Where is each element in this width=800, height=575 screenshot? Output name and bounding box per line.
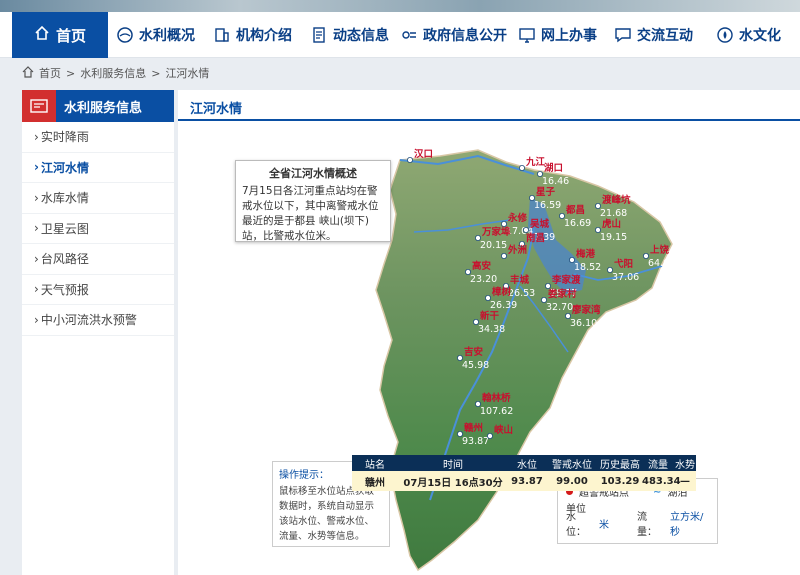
station-name-label: 汉口 xyxy=(414,148,433,160)
station-name-label: 吉安 xyxy=(464,346,484,358)
nav-item-online-service[interactable]: 网上办事 xyxy=(518,12,597,58)
nav-item-interaction[interactable]: 交流互动 xyxy=(614,12,693,58)
station-name-label: 万家埠 xyxy=(481,226,511,238)
station-value-label: 20.15 xyxy=(480,240,507,251)
sidebar-item-reservoir[interactable]: › 水库水情 xyxy=(22,183,174,214)
document-icon xyxy=(310,26,328,44)
station-name-label: 虎山 xyxy=(602,218,621,230)
station-name-label: 湖口 xyxy=(544,162,563,174)
nav-item-overview[interactable]: 水利概况 xyxy=(116,12,195,58)
station-value-label: 64.06 xyxy=(648,258,675,269)
station-value-label: 45.98 xyxy=(462,360,489,371)
sidebar-item-satellite[interactable]: › 卫星云图 xyxy=(22,214,174,244)
report-icon xyxy=(22,90,56,122)
station-value-label: 26.39 xyxy=(490,300,517,311)
breadcrumb-service[interactable]: 水利服务信息 xyxy=(80,65,146,81)
station-name-label: 李家渡 xyxy=(551,274,581,286)
sidebar: 水利服务信息 › 实时降雨 › 江河水情 › 水库水情 › 卫星云图 › 台风路径 › 天气… xyxy=(22,90,174,575)
station-popup-table: 站名 时间 水位 警戒水位 历史最高 流量 水势 赣州 07月15日 16点30… xyxy=(352,455,696,491)
station-dot[interactable] xyxy=(406,157,413,164)
nav-home[interactable]: 首页 xyxy=(12,12,108,58)
station-dot[interactable] xyxy=(486,432,493,439)
station-name-label: 梅港 xyxy=(576,248,596,260)
sidebar-title: 水利服务信息 xyxy=(22,90,174,122)
sidebar-item-weather[interactable]: › 天气预报 xyxy=(22,275,174,305)
station-name-label: 吴城 xyxy=(530,218,550,230)
sidebar-item-rainfall[interactable]: › 实时降雨 xyxy=(22,122,174,153)
station-name-label: 丰城 xyxy=(510,274,530,286)
station-name-label: 翰林桥 xyxy=(482,392,511,404)
water-drop-icon xyxy=(116,26,134,44)
station-value-label: 107.62 xyxy=(480,406,513,417)
breadcrumb-current: 江河水情 xyxy=(165,67,210,80)
station-value-label: 32.70 xyxy=(546,302,573,313)
station-dot[interactable] xyxy=(500,252,507,259)
station-name-label: 外洲 xyxy=(507,244,527,256)
station-name-label: 星子 xyxy=(536,187,556,198)
station-value-label: 21.68 xyxy=(600,208,627,219)
breadcrumb-home[interactable]: 首页 xyxy=(39,65,61,81)
home-icon xyxy=(22,65,34,81)
station-name-label: 南昌 xyxy=(526,232,545,244)
header-banner xyxy=(0,0,800,12)
droplet-icon xyxy=(716,26,734,44)
station-value-label: 16.59 xyxy=(534,200,561,211)
station-value-label: 19.15 xyxy=(600,232,627,243)
sidebar-item-typhoon[interactable]: › 台风路径 xyxy=(22,244,174,275)
station-name-label: 弋阳 xyxy=(614,258,633,270)
home-icon xyxy=(34,25,50,45)
table-row[interactable]: 赣州 07月15日 16点30分 93.87 99.00 103.29 483.… xyxy=(352,471,696,491)
station-name-label: 樟树 xyxy=(491,286,512,298)
station-value-label: 16.46 xyxy=(542,176,569,187)
nav-item-organization[interactable]: 机构介绍 xyxy=(213,12,292,58)
station-value-label: 36.10 xyxy=(570,318,597,329)
station-name-label: 上饶 xyxy=(650,244,670,256)
tips-text: 鼠标移至水位站点获取数据时，系统自动显示该站水位、警戒水位、流量、水势等信息。 xyxy=(279,486,375,542)
station-value-label: 23.20 xyxy=(470,274,497,285)
station-name-label: 渡峰坑 xyxy=(602,194,631,206)
main-nav: 首页 水利概况 机构介绍 动态信息 政府信息公开 网上办事 交流互动 水文化 xyxy=(0,12,800,58)
chat-icon xyxy=(614,26,632,44)
summary-title: 全省江河水情概述 xyxy=(269,167,357,180)
station-value-label: 18.52 xyxy=(574,262,601,273)
station-dot[interactable] xyxy=(518,165,525,172)
nav-item-gov-info[interactable]: 政府信息公开 xyxy=(400,12,507,58)
station-name-label: 廖家湾 xyxy=(572,304,601,316)
summary-box: 全省江河水情概述 7月15日各江河重点站均在警戒水位以下，其中离警戒水位最近的是… xyxy=(235,160,391,242)
station-value-label: 37.06 xyxy=(612,272,639,283)
main-panel: 江河水情 汉口 九江 湖口 16.46 星子 16.59 都昌 16.69 渡峰坑 21.68 虎山… xyxy=(178,90,800,575)
station-name-label: 新干 xyxy=(480,310,500,322)
station-value-label: 16.69 xyxy=(564,218,591,229)
breadcrumb: 首页 > 水利服务信息 > 江河水情 xyxy=(22,65,209,81)
disclosure-icon xyxy=(400,26,418,44)
station-name-label: 九江 xyxy=(525,156,546,168)
table-header: 站名 时间 水位 警戒水位 历史最高 流量 水势 xyxy=(352,455,696,471)
building-icon xyxy=(213,26,231,44)
sidebar-item-flood-warning[interactable]: › 中小河流洪水预警 xyxy=(22,305,174,336)
summary-text: 7月15日各江河重点站均在警戒水位以下，其中离警戒水位最近的是于都县 峡山(坝下… xyxy=(242,185,379,242)
monitor-icon xyxy=(518,26,536,44)
station-name-label: 峡山 xyxy=(494,424,513,436)
station-name-label: 都昌 xyxy=(565,204,585,216)
station-name-label: 赣州 xyxy=(464,422,483,434)
station-name-label: 高安 xyxy=(472,260,492,272)
station-value-label: 26.53 xyxy=(508,288,535,299)
nav-item-culture[interactable]: 水文化 xyxy=(716,12,781,58)
station-value-label: 34.38 xyxy=(478,324,505,335)
sidebar-item-river[interactable]: › 江河水情 xyxy=(22,153,174,183)
station-name-label: 永修 xyxy=(507,212,528,224)
station-name-label: 娄家村 xyxy=(547,288,577,300)
station-value-label: 93.87 xyxy=(462,436,489,447)
nav-item-news[interactable]: 动态信息 xyxy=(310,12,389,58)
